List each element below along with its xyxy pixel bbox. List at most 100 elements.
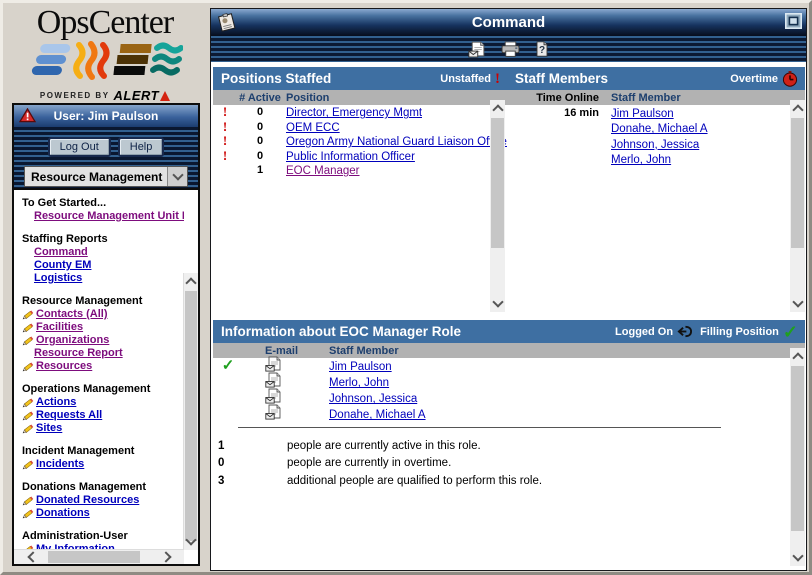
position-link[interactable]: EOC Manager xyxy=(286,165,360,177)
staff-member-link[interactable]: Merlo, John xyxy=(329,377,389,389)
overtime-legend-label: Overtime xyxy=(730,73,778,85)
sidebar-item-actions[interactable]: Actions xyxy=(36,396,76,409)
sidebar-horizontal-scrollbar[interactable] xyxy=(14,549,184,564)
sidebar-item-logistics[interactable]: Logistics xyxy=(34,272,82,285)
logout-button[interactable]: Log Out xyxy=(48,137,111,157)
role-info-panel: Information about EOC Manager Role Logge… xyxy=(213,320,805,490)
staff-scrollbar[interactable] xyxy=(790,100,805,312)
sidebar-item-contacts-all[interactable]: Contacts (All) xyxy=(36,308,108,321)
role-summary: 1 people are currently active in this ro… xyxy=(213,437,805,490)
staff-row: Donahe, Michael A xyxy=(507,121,805,137)
sidebar-item-facilities[interactable]: Facilities xyxy=(36,321,83,334)
email-icon[interactable] xyxy=(265,388,282,404)
position-row: ! 0 Public Information Officer xyxy=(213,149,507,164)
opscenter-logo: OpsCenter POWER xyxy=(7,5,203,103)
nav-group-resource-management: Resource Management Contacts (All) Facil… xyxy=(22,295,184,373)
nav-group-administration-user: Administration-User My Information xyxy=(22,530,184,550)
note-icon[interactable] xyxy=(216,12,237,33)
alert-brand-label: ALERT xyxy=(114,88,160,103)
summary-text: people are currently in overtime. xyxy=(287,457,451,469)
sidebar-item-donations[interactable]: Donations xyxy=(36,507,90,520)
page-title: Command xyxy=(472,14,545,31)
sidebar-item-resource-report[interactable]: Resource Report xyxy=(34,347,123,360)
logo-graphic-icon xyxy=(27,41,183,81)
col-header-position: Position xyxy=(283,92,329,104)
staff-members-panel: Staff Members Overtime Time Online Staff… xyxy=(507,67,805,167)
email-icon[interactable] xyxy=(265,356,282,372)
summary-count: 1 xyxy=(213,440,287,452)
svg-text:?: ? xyxy=(539,45,545,56)
positions-staffed-panel: Positions Staffed Unstaffed ! # Active P… xyxy=(213,67,507,178)
summary-text: people are currently active in this role… xyxy=(287,440,481,452)
staff-member-link[interactable]: Donahe, Michael A xyxy=(611,123,708,135)
position-row: 1 EOC Manager xyxy=(213,163,507,178)
help-icon[interactable]: ? xyxy=(535,41,549,57)
filling-position-legend-label: Filling Position xyxy=(700,326,779,338)
toolbar: ? xyxy=(211,36,806,62)
col-header-staff-member: Staff Member xyxy=(599,92,681,104)
staff-member-link[interactable]: Johnson, Jessica xyxy=(329,393,417,405)
logged-on-legend-label: Logged On xyxy=(615,326,673,338)
staff-row: Merlo, John xyxy=(507,152,805,168)
sidebar-panel: User: Jim Paulson Log Out Help Resource … xyxy=(12,103,200,566)
sidebar-item-incidents[interactable]: Incidents xyxy=(36,458,84,471)
user-header: User: Jim Paulson xyxy=(14,105,198,128)
sidebar-vertical-scrollbar[interactable] xyxy=(183,273,198,550)
sidebar-item-requests-all[interactable]: Requests All xyxy=(36,409,102,422)
role-member-row: Donahe, Michael A xyxy=(213,406,805,422)
module-select[interactable]: Resource Management xyxy=(24,166,188,187)
command-window: Command ? Positions Staffed Unstaffe xyxy=(210,8,807,571)
role-info-scrollbar[interactable] xyxy=(790,348,805,566)
module-select-value: Resource Management xyxy=(25,170,167,184)
pencil-icon xyxy=(22,507,35,520)
staff-member-link[interactable]: Jim Paulson xyxy=(329,361,392,373)
role-info-title: Information about EOC Manager Role xyxy=(221,324,615,339)
summary-count: 0 xyxy=(213,457,287,469)
sidebar-item-command[interactable]: Command xyxy=(34,246,88,259)
sidebar-item-sites[interactable]: Sites xyxy=(36,422,62,435)
positions-scrollbar[interactable] xyxy=(490,100,505,312)
email-icon[interactable] xyxy=(265,372,282,388)
powered-by-label: POWERED BY xyxy=(40,91,110,100)
col-header-active: # Active xyxy=(237,92,283,104)
staff-panel-title: Staff Members xyxy=(515,71,730,86)
chevron-down-icon[interactable] xyxy=(167,167,187,186)
nav-group-get-started: To Get Started... Resource Management Un… xyxy=(22,197,184,223)
restore-window-icon[interactable] xyxy=(785,13,802,29)
filling-check-icon: ✓ xyxy=(222,357,235,374)
summary-text: additional people are qualified to perfo… xyxy=(287,475,542,487)
filling-position-check-icon: ✓ xyxy=(783,325,798,339)
warning-triangle-icon[interactable] xyxy=(19,108,36,123)
logged-on-icon xyxy=(677,324,692,339)
command-content: Positions Staffed Unstaffed ! # Active P… xyxy=(211,62,806,570)
help-button[interactable]: Help xyxy=(118,137,165,157)
pencil-icon xyxy=(22,409,35,422)
overtime-clock-icon xyxy=(782,71,798,87)
sidebar-item-resource-mgmt-unit-lead[interactable]: Resource Management Unit Lead xyxy=(34,210,184,223)
sidebar-item-resources[interactable]: Resources xyxy=(36,360,92,373)
staff-member-link[interactable]: Donahe, Michael A xyxy=(329,409,426,421)
staff-member-link[interactable]: Johnson, Jessica xyxy=(611,139,699,151)
email-report-icon[interactable] xyxy=(468,41,486,58)
email-icon[interactable] xyxy=(265,404,282,420)
sidebar-item-county-em[interactable]: County EM xyxy=(34,259,91,272)
nav-group-incident-management: Incident Management Incidents xyxy=(22,445,184,471)
staff-row: 16 min Jim Paulson xyxy=(507,105,805,121)
summary-count: 3 xyxy=(213,475,287,487)
sidebar-item-donated-resources[interactable]: Donated Resources xyxy=(36,494,139,507)
pencil-icon xyxy=(22,334,35,347)
nav-group-donations-management: Donations Management Donated Resources D… xyxy=(22,481,184,520)
staff-member-link[interactable]: Jim Paulson xyxy=(611,108,674,120)
pencil-icon xyxy=(22,494,35,507)
logo-wordmark: OpsCenter xyxy=(7,5,203,41)
pencil-icon xyxy=(22,422,35,435)
col-header-time-online: Time Online xyxy=(507,92,599,104)
print-icon[interactable] xyxy=(501,41,520,57)
staff-member-link[interactable]: Merlo, John xyxy=(611,154,671,166)
pencil-icon xyxy=(22,308,35,321)
summary-divider xyxy=(238,427,721,428)
sidebar-item-organizations[interactable]: Organizations xyxy=(36,334,109,347)
unstaffed-alert-icon: ! xyxy=(223,148,227,163)
user-title: User: Jim Paulson xyxy=(54,109,159,123)
unstaffed-alert-icon: ! xyxy=(495,73,500,85)
